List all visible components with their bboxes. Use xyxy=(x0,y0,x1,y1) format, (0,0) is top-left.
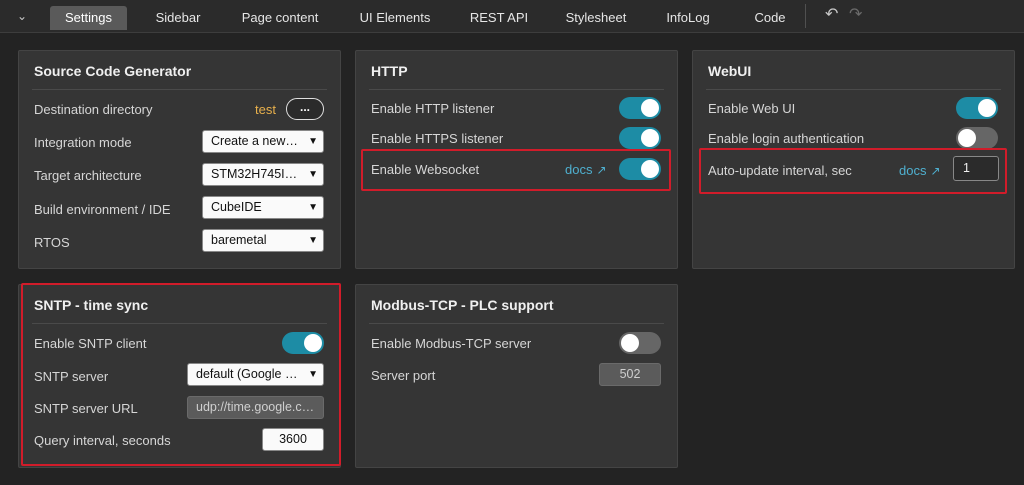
tab-stylesheet[interactable]: Stylesheet xyxy=(554,6,638,30)
server-port-label: Server port xyxy=(371,368,436,383)
target-architecture-label: Target architecture xyxy=(34,168,142,183)
panel-title: Source Code Generator xyxy=(34,63,192,79)
browse-directory-button[interactable]: ... xyxy=(286,98,324,120)
rtos-label: RTOS xyxy=(34,235,70,250)
divider xyxy=(32,89,327,90)
chevron-down-icon: ▼ xyxy=(308,169,318,180)
divider xyxy=(369,89,664,90)
top-tab-bar: ⌄ Settings Sidebar Page content UI Eleme… xyxy=(0,0,1024,33)
destination-directory-value: test xyxy=(255,102,276,117)
modbus-server-toggle[interactable] xyxy=(619,332,661,354)
highlight-box xyxy=(361,149,671,191)
https-listener-label: Enable HTTPS listener xyxy=(371,131,504,146)
panel-title: WebUI xyxy=(708,63,752,79)
chevron-down-icon: ▼ xyxy=(308,235,318,246)
highlight-box xyxy=(699,148,1007,194)
chevron-down-icon: ▼ xyxy=(308,202,318,213)
web-ui-label: Enable Web UI xyxy=(708,101,796,116)
tab-settings[interactable]: Settings xyxy=(50,6,127,30)
panel-title: Modbus-TCP - PLC support xyxy=(371,297,554,313)
panel-title: HTTP xyxy=(371,63,408,79)
tab-rest-api[interactable]: REST API xyxy=(460,6,538,30)
tab-page-content[interactable]: Page content xyxy=(230,6,330,30)
rtos-select[interactable]: baremetal ▼ xyxy=(202,229,324,252)
integration-mode-select[interactable]: Create a new… ▼ xyxy=(202,130,324,153)
modbus-panel: Modbus-TCP - PLC support Enable Modbus-T… xyxy=(355,284,678,468)
tab-sidebar[interactable]: Sidebar xyxy=(142,6,214,30)
server-port-input[interactable]: 502 xyxy=(599,363,661,386)
chevron-down-icon[interactable]: ⌄ xyxy=(12,7,32,25)
divider xyxy=(706,89,1001,90)
https-listener-toggle[interactable] xyxy=(619,127,661,149)
build-environment-select[interactable]: CubeIDE ▼ xyxy=(202,196,324,219)
tab-ui-elements[interactable]: UI Elements xyxy=(346,6,444,30)
highlight-box xyxy=(21,283,341,466)
divider xyxy=(369,323,664,324)
target-architecture-select[interactable]: STM32H745I… ▼ xyxy=(202,163,324,186)
login-auth-label: Enable login authentication xyxy=(708,131,865,146)
build-environment-label: Build environment / IDE xyxy=(34,202,171,217)
http-listener-toggle[interactable] xyxy=(619,97,661,119)
destination-directory-label: Destination directory xyxy=(34,102,153,117)
login-auth-toggle[interactable] xyxy=(956,127,998,149)
web-ui-toggle[interactable] xyxy=(956,97,998,119)
integration-mode-label: Integration mode xyxy=(34,135,132,150)
source-code-generator-panel: Source Code Generator Destination direct… xyxy=(18,50,341,269)
undo-icon[interactable]: ↶ xyxy=(825,4,838,24)
redo-icon[interactable]: ↷ xyxy=(849,4,862,24)
tab-code[interactable]: Code xyxy=(740,6,800,30)
chevron-down-icon: ▼ xyxy=(308,136,318,147)
tab-infolog[interactable]: InfoLog xyxy=(654,6,722,30)
http-listener-label: Enable HTTP listener xyxy=(371,101,495,116)
toolbar-divider xyxy=(805,4,806,28)
modbus-server-label: Enable Modbus-TCP server xyxy=(371,336,532,351)
